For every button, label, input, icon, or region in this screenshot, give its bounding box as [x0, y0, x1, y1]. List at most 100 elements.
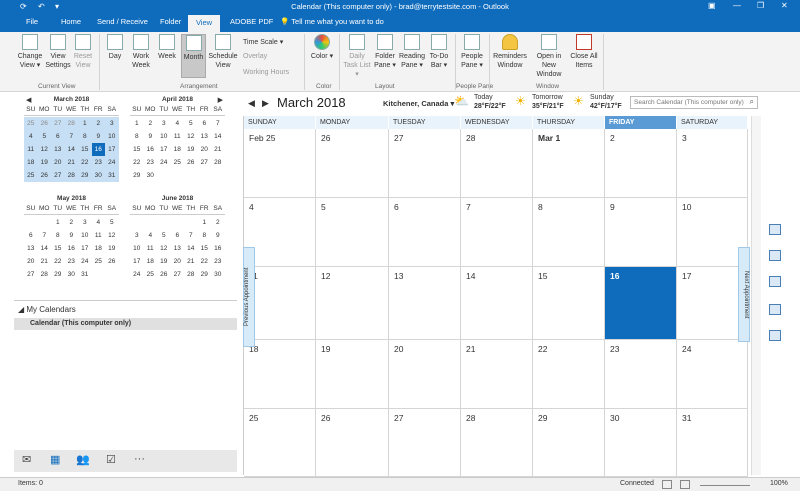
- day-cell[interactable]: 31: [677, 409, 748, 477]
- mini-day[interactable]: 25: [24, 169, 38, 182]
- mini-day[interactable]: 27: [198, 156, 212, 169]
- mini-day[interactable]: 9: [65, 229, 79, 242]
- mini-day[interactable]: 23: [144, 156, 158, 169]
- reset-view-button[interactable]: Reset View: [72, 34, 94, 70]
- day-cell[interactable]: 24: [677, 340, 748, 409]
- reading-view-icon[interactable]: [680, 480, 690, 489]
- mini-day[interactable]: 11: [24, 143, 38, 156]
- my-calendars-header[interactable]: ◢ My Calendars: [14, 300, 237, 318]
- day-cell[interactable]: 28: [461, 129, 533, 198]
- mini-day[interactable]: 22: [198, 255, 212, 268]
- mini-day[interactable]: 8: [198, 229, 212, 242]
- mini-day[interactable]: 25: [144, 268, 158, 281]
- mini-day[interactable]: 26: [37, 169, 51, 182]
- mini-day[interactable]: 20: [51, 156, 65, 169]
- day-cell[interactable]: 8: [533, 198, 605, 267]
- reminders-window-button[interactable]: Reminders Window: [493, 34, 527, 70]
- mini-day[interactable]: 8: [51, 229, 65, 242]
- tab-send-receive[interactable]: Send / Receive: [97, 17, 148, 26]
- calendar-icon[interactable]: ▦: [50, 453, 60, 466]
- mini-day[interactable]: 25: [171, 156, 185, 169]
- mini-day[interactable]: 1: [130, 117, 144, 130]
- mini-day[interactable]: 5: [184, 117, 198, 130]
- mini-day[interactable]: 18: [92, 242, 106, 255]
- more-icon[interactable]: ···: [134, 453, 145, 465]
- mini-day[interactable]: 16: [91, 143, 105, 156]
- reply-icon[interactable]: [769, 250, 781, 261]
- mini-day[interactable]: 30: [211, 268, 225, 281]
- vertical-scrollbar[interactable]: [751, 116, 761, 475]
- previous-month-button[interactable]: ◀: [248, 98, 255, 109]
- mini-day[interactable]: 19: [184, 143, 198, 156]
- location-dropdown[interactable]: Kitchener, Canada ▾: [383, 99, 454, 108]
- people-pane-button[interactable]: People Pane ▾: [459, 34, 485, 70]
- mini-day[interactable]: 28: [38, 268, 52, 281]
- search-input[interactable]: Search Calendar (This computer only): [634, 99, 744, 106]
- mini-day[interactable]: 8: [130, 130, 144, 143]
- working-hours-button[interactable]: Working Hours: [243, 69, 289, 76]
- day-cell[interactable]: 9: [605, 198, 677, 267]
- mini-day[interactable]: 21: [211, 143, 225, 156]
- mini-day[interactable]: 6: [171, 229, 185, 242]
- mini-day[interactable]: 7: [184, 229, 198, 242]
- todo-bar-button[interactable]: To-Do Bar ▾: [428, 34, 450, 70]
- day-cell[interactable]: 21: [461, 340, 533, 409]
- mini-day[interactable]: 9: [144, 130, 158, 143]
- day-cell[interactable]: 3: [677, 129, 748, 198]
- schedule-view-button[interactable]: Schedule View: [208, 34, 238, 70]
- mini-day[interactable]: 3: [105, 117, 119, 130]
- ribbon-options-icon[interactable]: ▣: [708, 1, 716, 10]
- mini-day[interactable]: 27: [171, 268, 185, 281]
- mini-day[interactable]: 2: [91, 117, 105, 130]
- mini-day[interactable]: 5: [37, 130, 51, 143]
- mini-day[interactable]: 10: [78, 229, 92, 242]
- calendar-list-item[interactable]: Calendar (This computer only): [14, 318, 237, 330]
- day-cell[interactable]: Feb 25: [244, 129, 316, 198]
- mini-day[interactable]: 13: [198, 130, 212, 143]
- mini-day[interactable]: 15: [130, 143, 144, 156]
- day-cell[interactable]: 23: [605, 340, 677, 409]
- day-cell[interactable]: 19: [316, 340, 389, 409]
- mini-day[interactable]: 12: [157, 242, 171, 255]
- day-cell[interactable]: 28: [461, 409, 533, 477]
- mini-day[interactable]: 24: [78, 255, 92, 268]
- mini-day[interactable]: 24: [105, 156, 119, 169]
- mini-day[interactable]: 22: [78, 156, 92, 169]
- day-cell[interactable]: 27: [389, 409, 461, 477]
- mini-day[interactable]: 27: [51, 117, 65, 130]
- mini-day[interactable]: 19: [37, 156, 51, 169]
- mini-day[interactable]: 17: [105, 143, 119, 156]
- open-in-new-window-button[interactable]: Open in New Window: [530, 34, 568, 79]
- mini-day[interactable]: 6: [198, 117, 212, 130]
- mini-day[interactable]: 3: [130, 229, 144, 242]
- mini-day[interactable]: 23: [65, 255, 79, 268]
- mini-day[interactable]: 28: [64, 117, 78, 130]
- mini-day[interactable]: 3: [78, 216, 92, 229]
- mini-day[interactable]: 2: [211, 216, 225, 229]
- maximize-button[interactable]: ❐: [757, 1, 764, 10]
- change-view-button[interactable]: Change View ▾: [16, 34, 44, 70]
- minimize-button[interactable]: —: [733, 1, 741, 10]
- month-button[interactable]: Month: [181, 34, 206, 78]
- mini-day[interactable]: 13: [171, 242, 185, 255]
- day-cell[interactable]: 18: [244, 340, 316, 409]
- mini-day[interactable]: 11: [144, 242, 158, 255]
- mini-day[interactable]: 2: [144, 117, 158, 130]
- daily-task-list-button[interactable]: Daily Task List ▾: [343, 34, 371, 79]
- day-cell[interactable]: 26: [316, 129, 389, 198]
- mini-day[interactable]: 19: [105, 242, 119, 255]
- mini-day[interactable]: 12: [37, 143, 51, 156]
- mini-prev-month-icon[interactable]: ◀: [26, 96, 31, 104]
- tab-adobe-pdf[interactable]: ADOBE PDF: [230, 17, 273, 26]
- mini-day[interactable]: 8: [78, 130, 92, 143]
- tab-home[interactable]: Home: [61, 17, 81, 26]
- mini-day[interactable]: 5: [105, 216, 119, 229]
- mini-day[interactable]: 20: [198, 143, 212, 156]
- day-cell[interactable]: 26: [316, 409, 389, 477]
- search-icon[interactable]: ⌕: [750, 97, 754, 107]
- day-cell[interactable]: 6: [389, 198, 461, 267]
- mini-day[interactable]: 17: [157, 143, 171, 156]
- mini-day[interactable]: 3: [157, 117, 171, 130]
- day-cell[interactable]: 5: [316, 198, 389, 267]
- mini-day[interactable]: 9: [91, 130, 105, 143]
